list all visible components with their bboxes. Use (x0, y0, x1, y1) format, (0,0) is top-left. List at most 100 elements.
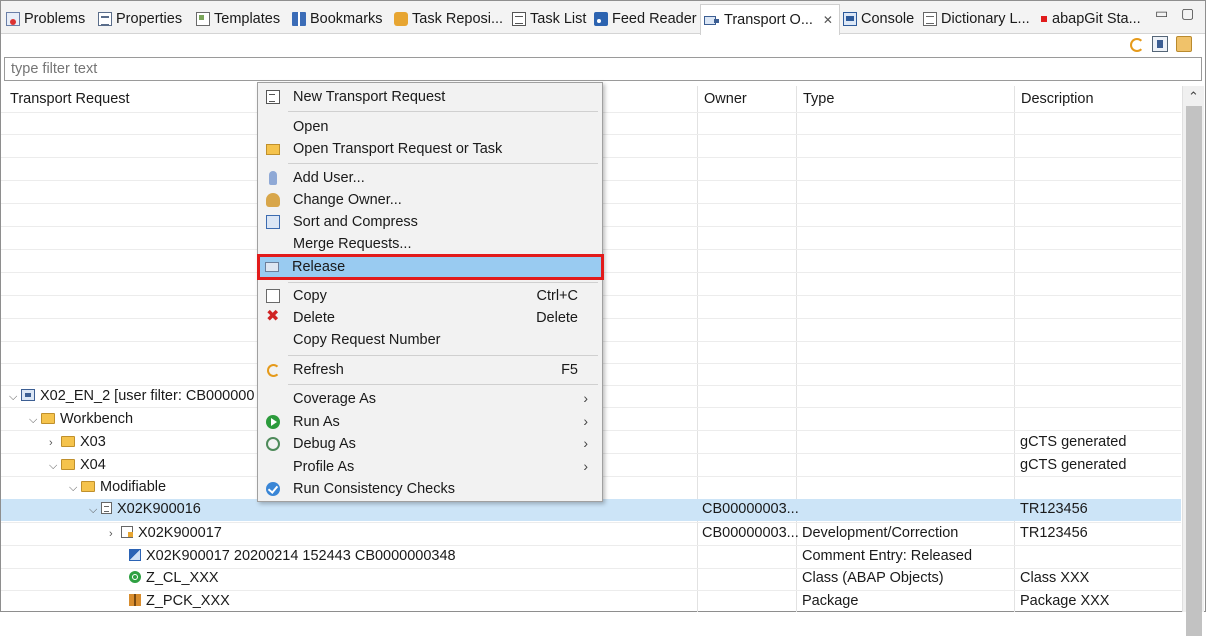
menu-item-copy[interactable]: Copy Ctrl+C (260, 285, 600, 307)
row-type: Development/Correction (802, 525, 959, 541)
transport-organizer-icon (704, 13, 720, 27)
menu-item-coverage-as[interactable]: Coverage As › (260, 388, 600, 410)
menu-item-debug-as[interactable]: Debug As › (260, 433, 600, 455)
expand-toggle-icon[interactable]: ⌵ (9, 391, 21, 404)
shortcut-label: Ctrl+C (536, 288, 579, 304)
tab-abapgit-staging[interactable]: abapGit Sta... (1041, 6, 1141, 32)
tab-label: Problems (24, 11, 86, 27)
folder-icon (61, 459, 75, 470)
menu-item-sort-and-compress[interactable]: Sort and Compress (260, 211, 600, 233)
menu-item-profile-as[interactable]: Profile As › (260, 456, 600, 478)
menu-item-refresh[interactable]: Refresh F5 (260, 359, 600, 381)
menu-item-new-transport-request[interactable]: New Transport Request (260, 86, 600, 108)
tab-bookmarks[interactable]: Bookmarks (292, 6, 383, 32)
sync-icon[interactable] (1128, 36, 1144, 52)
tab-properties[interactable]: Properties (98, 6, 182, 32)
vertical-scrollbar[interactable]: ⌃ (1182, 86, 1204, 636)
tab-transport-organizer[interactable]: Transport O... ✕ (700, 4, 840, 35)
row-owner: CB00000003... (702, 525, 799, 541)
tree-row-request-selected[interactable]: ⌵ X02K900016 CB00000003... TR123456 (1, 499, 1181, 521)
console-icon (843, 12, 857, 26)
context-menu: New Transport Request Open Open Transpor… (257, 82, 604, 502)
feed-reader-icon (594, 12, 608, 26)
debug-icon (266, 437, 280, 451)
properties-icon (98, 12, 112, 26)
delete-icon: ✖ (266, 308, 280, 325)
submenu-arrow-icon: › (583, 458, 588, 474)
tree-row-comment-entry[interactable]: X02K900017 20200214 152443 CB0000000348 … (1, 546, 1181, 568)
filter-input[interactable] (4, 57, 1202, 81)
tab-task-list[interactable]: Task List (512, 6, 586, 32)
column-header-owner[interactable]: Owner (704, 91, 747, 107)
menu-item-change-owner[interactable]: Change Owner... (260, 189, 600, 211)
tab-label: Dictionary L... (941, 11, 1030, 27)
tab-label: Console (861, 11, 915, 27)
menu-item-open[interactable]: Open (260, 116, 600, 138)
minimize-view-button[interactable]: ▭ (1155, 5, 1168, 22)
menu-separator (288, 384, 598, 385)
menu-item-delete[interactable]: ✖ Delete Delete (260, 307, 600, 329)
row-label: X02K900017 (138, 525, 222, 541)
expand-toggle-icon[interactable]: ⌵ (49, 460, 61, 473)
tab-console[interactable]: Console (843, 6, 914, 32)
tab-feed-reader[interactable]: Feed Reader (594, 6, 697, 32)
menu-separator (288, 282, 598, 283)
tree-row-class[interactable]: Z_CL_XXX Class (ABAP Objects) Class XXX (1, 568, 1181, 590)
menu-item-merge-requests[interactable]: Merge Requests... (260, 233, 600, 255)
tab-problems[interactable]: Problems (6, 6, 85, 32)
templates-icon (196, 12, 210, 26)
folder-icon (81, 481, 95, 492)
tree-row-task[interactable]: › X02K900017 CB00000003... Development/Co… (1, 523, 1181, 545)
column-header-transport-request[interactable]: Transport Request (10, 91, 130, 107)
menu-item-open-transport-request-or-task[interactable]: Open Transport Request or Task (260, 138, 600, 160)
comment-entry-icon (129, 549, 141, 561)
submenu-arrow-icon: › (583, 390, 588, 406)
row-label: X02K900016 (117, 501, 201, 517)
tab-label: Task List (530, 11, 587, 27)
row-description: gCTS generated (1020, 457, 1127, 473)
row-label: X03 (80, 434, 106, 450)
menu-item-release[interactable]: Release (257, 254, 604, 280)
menu-separator (288, 355, 598, 356)
menu-item-run-as[interactable]: Run As › (260, 411, 600, 433)
menu-item-copy-request-number[interactable]: Copy Request Number (260, 329, 600, 351)
menu-item-run-consistency-checks[interactable]: Run Consistency Checks (260, 478, 600, 500)
expand-toggle-icon[interactable]: ⌵ (29, 414, 41, 427)
change-owner-icon (266, 193, 280, 207)
row-description: TR123456 (1020, 501, 1088, 517)
scrollbar-thumb[interactable] (1186, 106, 1202, 636)
shortcut-label: F5 (561, 362, 578, 378)
tab-label: Feed Reader (612, 11, 697, 27)
tree-row-package[interactable]: Z_PCK_XXX Package Package XXX (1, 591, 1181, 613)
link-with-editor-icon[interactable] (1152, 36, 1168, 52)
tab-templates[interactable]: Templates (196, 6, 280, 32)
expand-toggle-icon[interactable]: ⌵ (89, 504, 101, 517)
scroll-up-icon[interactable]: ⌃ (1188, 89, 1199, 105)
open-request-icon (266, 144, 280, 155)
column-header-type[interactable]: Type (803, 91, 834, 107)
refresh-icon (266, 363, 280, 377)
bookmarks-icon (292, 12, 306, 26)
run-icon (266, 415, 280, 429)
close-icon[interactable]: ✕ (823, 13, 833, 27)
column-header-description[interactable]: Description (1021, 91, 1094, 107)
dictionary-log-icon (923, 12, 937, 26)
class-icon (129, 571, 141, 583)
menu-item-add-user[interactable]: Add User... (260, 167, 600, 189)
row-label: X02_EN_2 [user filter: CB000000 (40, 388, 255, 404)
submenu-arrow-icon: › (583, 413, 588, 429)
expand-toggle-icon[interactable]: › (49, 437, 61, 449)
add-system-icon[interactable] (1176, 36, 1192, 52)
view-tab-bar: Problems Properties Templates Bookmarks … (1, 1, 1205, 35)
submenu-arrow-icon: › (583, 435, 588, 451)
tab-task-repositories[interactable]: Task Reposi... (394, 6, 503, 32)
expand-toggle-icon[interactable]: › (109, 528, 121, 540)
tab-label: Templates (214, 11, 281, 27)
sort-compress-icon (266, 215, 280, 229)
tab-dictionary-log[interactable]: Dictionary L... (923, 6, 1030, 32)
row-description: gCTS generated (1020, 434, 1127, 450)
maximize-view-button[interactable]: ▢ (1181, 5, 1194, 22)
row-description: TR123456 (1020, 525, 1088, 541)
expand-toggle-icon[interactable]: ⌵ (69, 482, 81, 495)
menu-separator (288, 163, 598, 164)
